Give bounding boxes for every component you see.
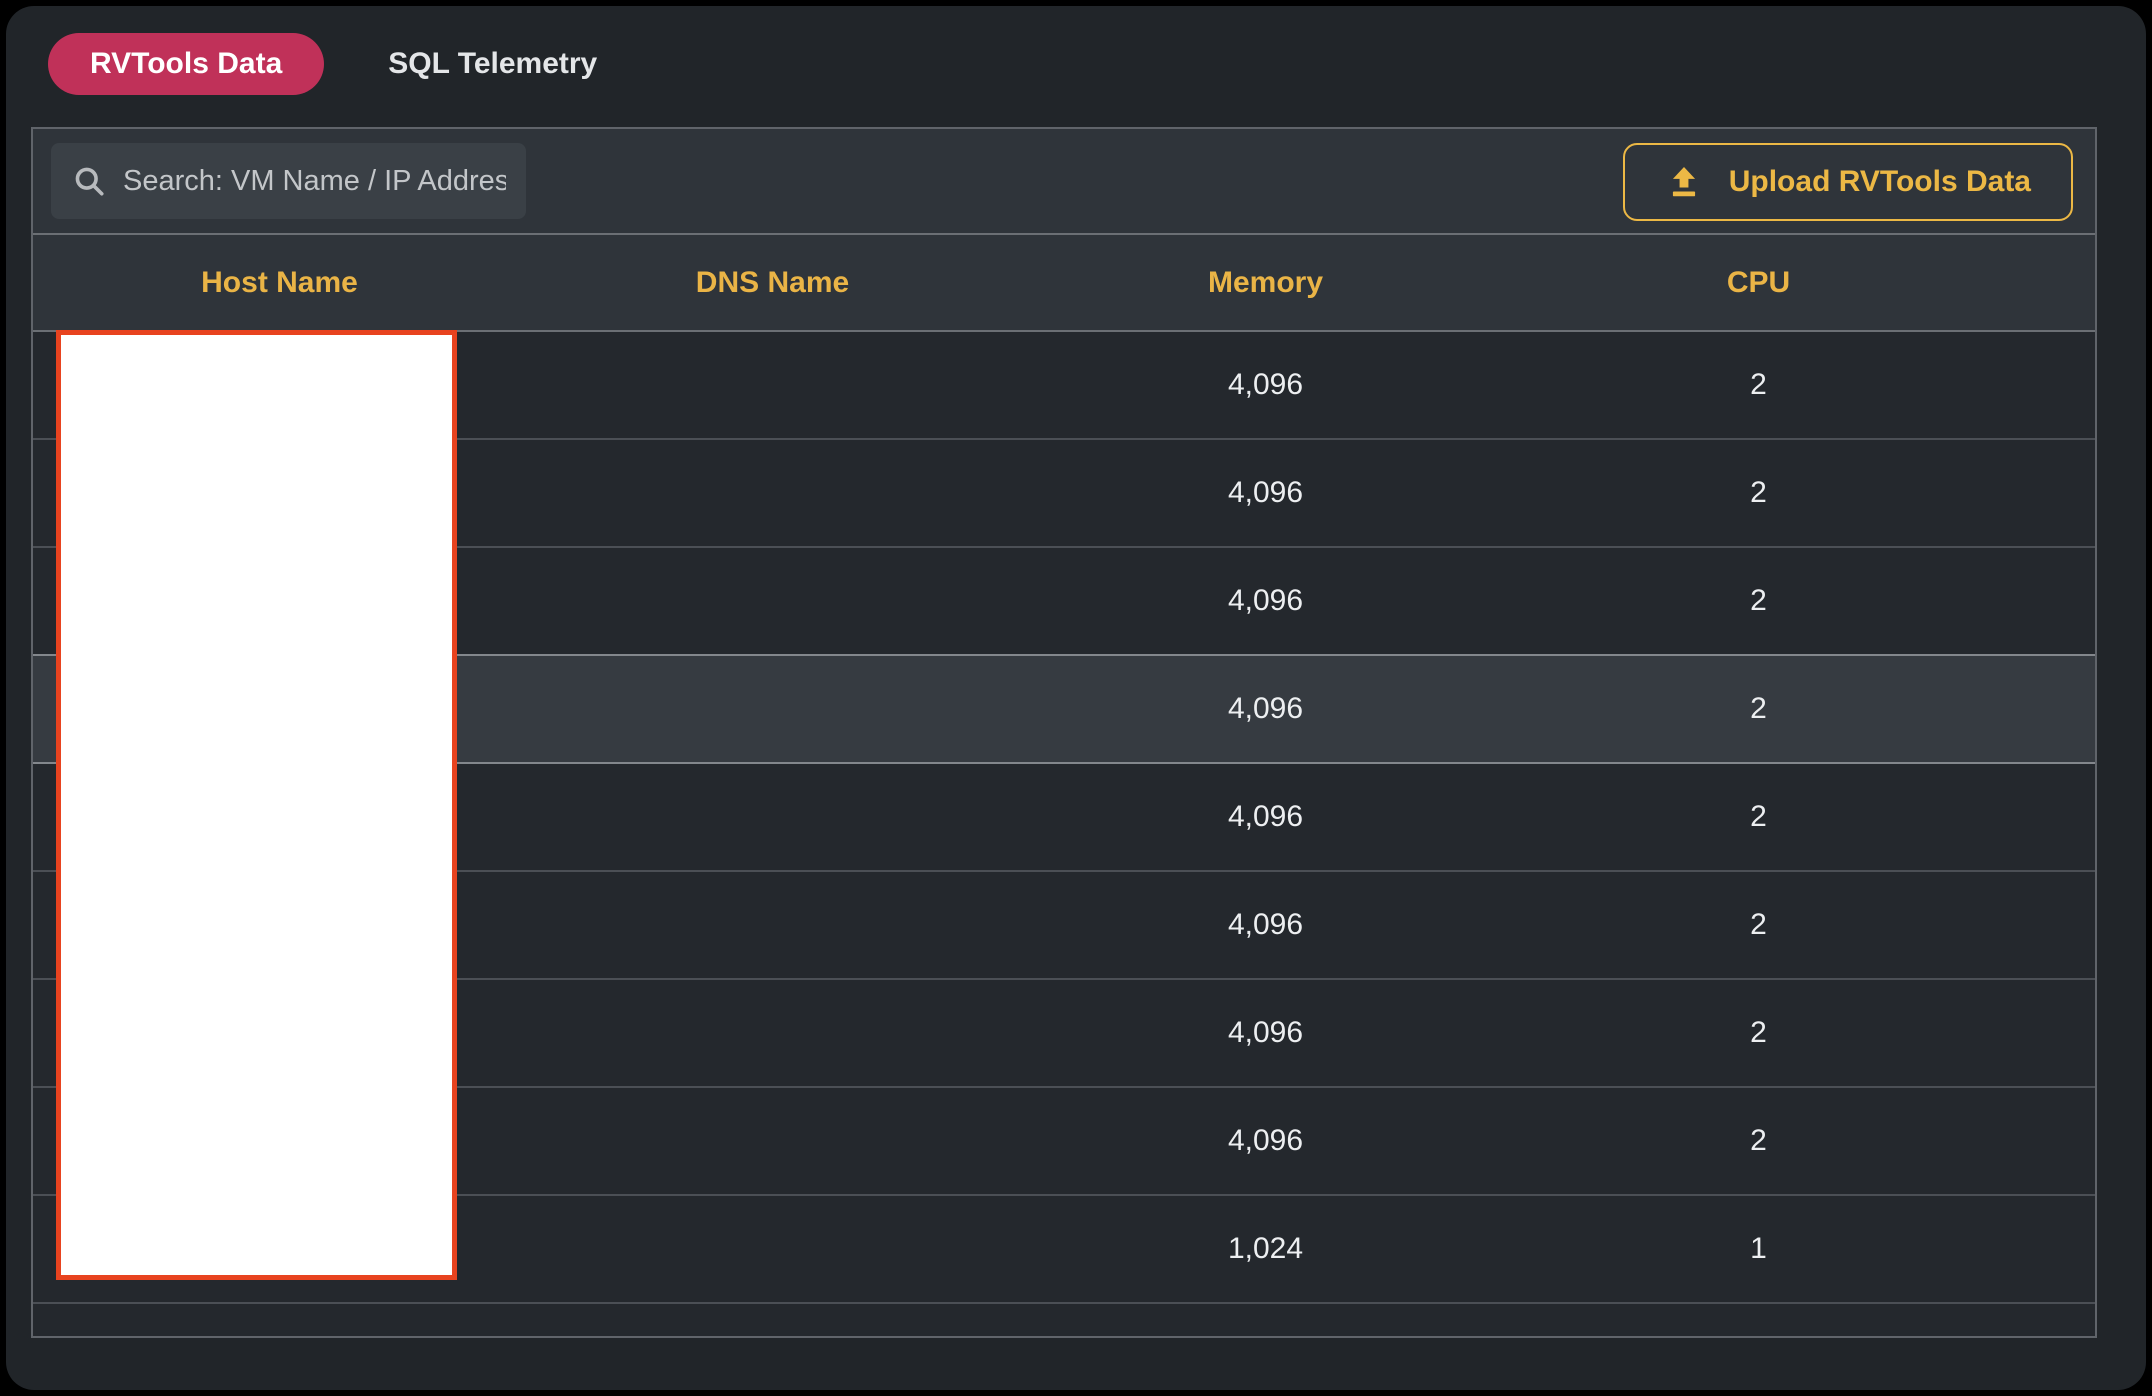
toolbar: Upload RVTools Data	[33, 129, 2095, 235]
cell-memory: 4,096	[1019, 1124, 1512, 1158]
column-header-host-name: Host Name	[33, 266, 526, 300]
tab-sql-telemetry-label: SQL Telemetry	[388, 47, 597, 81]
cell-memory: 4,096	[1019, 1016, 1512, 1050]
tab-bar: RVTools Data SQL Telemetry	[48, 33, 643, 95]
cell-cpu: 2	[1512, 1124, 2005, 1158]
search-input[interactable]	[123, 165, 506, 198]
redaction-overlay	[56, 330, 457, 1280]
table-header-row: Host Name DNS Name Memory CPU	[33, 235, 2095, 332]
cell-cpu: 2	[1512, 692, 2005, 726]
cell-memory: 4,096	[1019, 692, 1512, 726]
cell-memory: 4,096	[1019, 368, 1512, 402]
cell-cpu: 2	[1512, 908, 2005, 942]
column-header-cpu: CPU	[1512, 266, 2005, 300]
column-header-dns-name: DNS Name	[526, 266, 1019, 300]
search-box[interactable]	[51, 143, 526, 219]
cell-memory: 4,096	[1019, 584, 1512, 618]
upload-rvtools-button[interactable]: Upload RVTools Data	[1623, 143, 2073, 221]
cell-cpu: 2	[1512, 584, 2005, 618]
cell-cpu: 2	[1512, 800, 2005, 834]
upload-button-label: Upload RVTools Data	[1729, 165, 2031, 199]
cell-cpu: 2	[1512, 1016, 2005, 1050]
upload-icon	[1665, 163, 1703, 201]
cell-memory: 4,096	[1019, 800, 1512, 834]
cell-cpu: 1	[1512, 1232, 2005, 1266]
cell-memory: 1,024	[1019, 1232, 1512, 1266]
cell-memory: 4,096	[1019, 908, 1512, 942]
tab-rvtools-data[interactable]: RVTools Data	[48, 33, 324, 95]
column-header-memory: Memory	[1019, 266, 1512, 300]
cell-memory: 4,096	[1019, 476, 1512, 510]
app-window: RVTools Data SQL Telemetry Upload RVTool	[6, 6, 2146, 1390]
tab-sql-telemetry[interactable]: SQL Telemetry	[342, 33, 643, 95]
search-icon	[71, 163, 107, 199]
tab-rvtools-data-label: RVTools Data	[90, 47, 282, 81]
cell-cpu: 2	[1512, 368, 2005, 402]
cell-cpu: 2	[1512, 476, 2005, 510]
